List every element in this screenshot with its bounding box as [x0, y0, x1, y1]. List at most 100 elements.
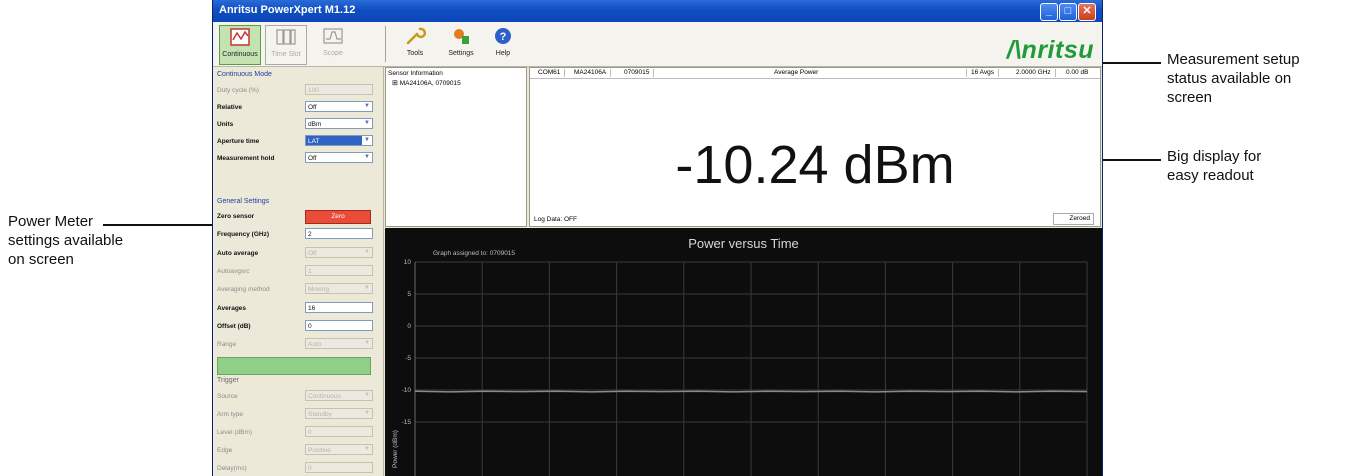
autoavgsrc-label: Autoavgsrc [217, 268, 250, 275]
delay-value: 0 [308, 465, 312, 472]
trigger-level-value: 0 [308, 429, 312, 436]
status-model: MA24106A [570, 69, 612, 77]
y-tick-label: 5 [407, 291, 411, 298]
range-value: Auto [308, 341, 322, 348]
auto-average-row: Auto average Off ▼ [217, 247, 379, 260]
aperture-label: Aperture time [217, 138, 260, 145]
auto-average-select[interactable]: Off ▼ [305, 247, 373, 258]
units-select[interactable]: dBm ▼ [305, 118, 373, 129]
window-title: Anritsu PowerXpert M1.12 [219, 4, 356, 16]
offset-value: 0 [308, 323, 312, 330]
sensor-information-header: Sensor Information [388, 70, 443, 77]
y-tick-label: -15 [402, 419, 412, 426]
range-label: Range [217, 341, 237, 348]
auto-average-value: Off [308, 250, 317, 257]
maximize-button[interactable]: □ [1059, 3, 1077, 21]
status-offset: 0.00 dB [1066, 69, 1089, 76]
duty-cycle-field[interactable]: 100 [305, 84, 373, 95]
offset-input[interactable]: 0 [305, 320, 373, 331]
callout-big-display: Big display for easy readout [1167, 148, 1262, 184]
y-tick-label: -10 [402, 387, 412, 394]
apply-bar[interactable] [217, 357, 371, 375]
help-button[interactable]: ? Help [483, 25, 523, 63]
y-tick-label: -5 [405, 355, 411, 362]
averages-row: Averages 16 [217, 302, 379, 315]
trigger-level-input[interactable]: 0 [305, 426, 373, 437]
offset-label: Offset (dB) [217, 323, 251, 330]
log-data-status: Log Data: OFF [534, 216, 577, 223]
title-bar: Anritsu PowerXpert M1.12 _ □ ✕ [213, 0, 1102, 22]
anritsu-logo: /\nritsu [1006, 36, 1094, 64]
units-label: Units [217, 121, 234, 128]
averaging-method-value: Moving [308, 286, 329, 293]
minimize-button[interactable]: _ [1040, 3, 1058, 21]
trigger-source-row: Source Continuous ▼ [217, 390, 379, 403]
svg-text:?: ? [500, 31, 507, 43]
continuous-mode-header: Continuous Mode [217, 71, 272, 78]
settings-button[interactable]: Settings [441, 25, 481, 63]
trigger-source-label: Source [217, 393, 238, 400]
arm-type-label: Arm type [217, 411, 244, 418]
units-row: Units dBm ▼ [217, 118, 379, 131]
chevron-down-icon: ▼ [364, 392, 370, 398]
continuous-mode-button[interactable]: Continuous [219, 25, 261, 65]
chevron-down-icon: ▼ [364, 103, 370, 109]
chevron-down-icon: ▼ [364, 285, 370, 291]
continuous-label: Continuous [222, 51, 258, 58]
hold-select[interactable]: Off ▼ [305, 152, 373, 163]
settings-label: Settings [448, 50, 474, 57]
status-frequency: 2.0000 GHz [1012, 69, 1056, 77]
close-button[interactable]: ✕ [1078, 3, 1096, 21]
tools-button[interactable]: Tools [395, 25, 435, 63]
chevron-down-icon: ▼ [364, 154, 370, 160]
edge-value: Positive [308, 447, 331, 454]
time-slot-mode-button[interactable]: Time Slot [265, 25, 307, 65]
help-label: Help [495, 50, 511, 57]
scope-label: Scope [323, 50, 343, 57]
frequency-value: 2 [308, 231, 312, 238]
time-slot-label: Time Slot [271, 51, 301, 58]
aperture-select[interactable]: LAT ▼ [305, 135, 373, 146]
duty-cycle-value: 100 [308, 87, 319, 94]
trigger-source-select[interactable]: Continuous ▼ [305, 390, 373, 401]
settings-icon [454, 29, 469, 44]
units-value: dBm [308, 121, 322, 128]
chevron-down-icon: ▼ [364, 120, 370, 126]
averages-value: 16 [308, 305, 316, 312]
arm-type-select[interactable]: Standby ▼ [305, 408, 373, 419]
autoavgsrc-field[interactable]: 1 [305, 265, 373, 276]
y-tick-label: 0 [407, 323, 411, 330]
chevron-down-icon: ▼ [364, 249, 370, 255]
edge-select[interactable]: Positive ▼ [305, 444, 373, 455]
status-mode: Average Power [774, 69, 819, 76]
graph-plot-area: 10 5 0 -5 -10 -15Power (dBm) [392, 259, 1088, 476]
power-readout-value: -10.24 dBm [675, 135, 955, 195]
y-tick-label: 10 [404, 259, 412, 266]
delay-label: Delay(ms) [217, 465, 247, 472]
relative-select[interactable]: Off ▼ [305, 101, 373, 112]
chevron-down-icon: ▼ [364, 446, 370, 452]
general-settings-header: General Settings [217, 198, 270, 205]
autoavgsrc-value: 1 [308, 268, 312, 275]
scope-mode-button[interactable]: Scope [313, 25, 353, 63]
averaging-method-select[interactable]: Moving ▼ [305, 283, 373, 294]
averages-label: Averages [217, 305, 247, 312]
relative-row: Relative Off ▼ [217, 101, 379, 114]
sensor-tree-item[interactable]: ⊞ MA24106A, 0709015 [392, 79, 461, 87]
duty-cycle-label: Duty cycle (%) [217, 87, 259, 94]
app-window: Anritsu PowerXpert M1.12 _ □ ✕ Continuou… [212, 0, 1103, 476]
averaging-method-row: Averaging method Moving ▼ [217, 283, 379, 296]
range-row: Range Auto ▼ [217, 338, 379, 351]
edge-label: Edge [217, 447, 233, 454]
averages-input[interactable]: 16 [305, 302, 373, 313]
expand-icon[interactable]: ⊞ [392, 80, 398, 87]
main-toolbar: Continuous Time Slot Scope Tools Setting… [213, 22, 1102, 67]
frequency-input[interactable]: 2 [305, 228, 373, 239]
callout-leader-left [103, 224, 213, 226]
averaging-method-label: Averaging method [217, 286, 270, 293]
chevron-down-icon: ▼ [364, 410, 370, 416]
delay-input[interactable]: 0 [305, 462, 373, 473]
range-select[interactable]: Auto ▼ [305, 338, 373, 349]
toolbar-separator [385, 26, 386, 62]
zero-button[interactable]: Zero [305, 210, 371, 224]
